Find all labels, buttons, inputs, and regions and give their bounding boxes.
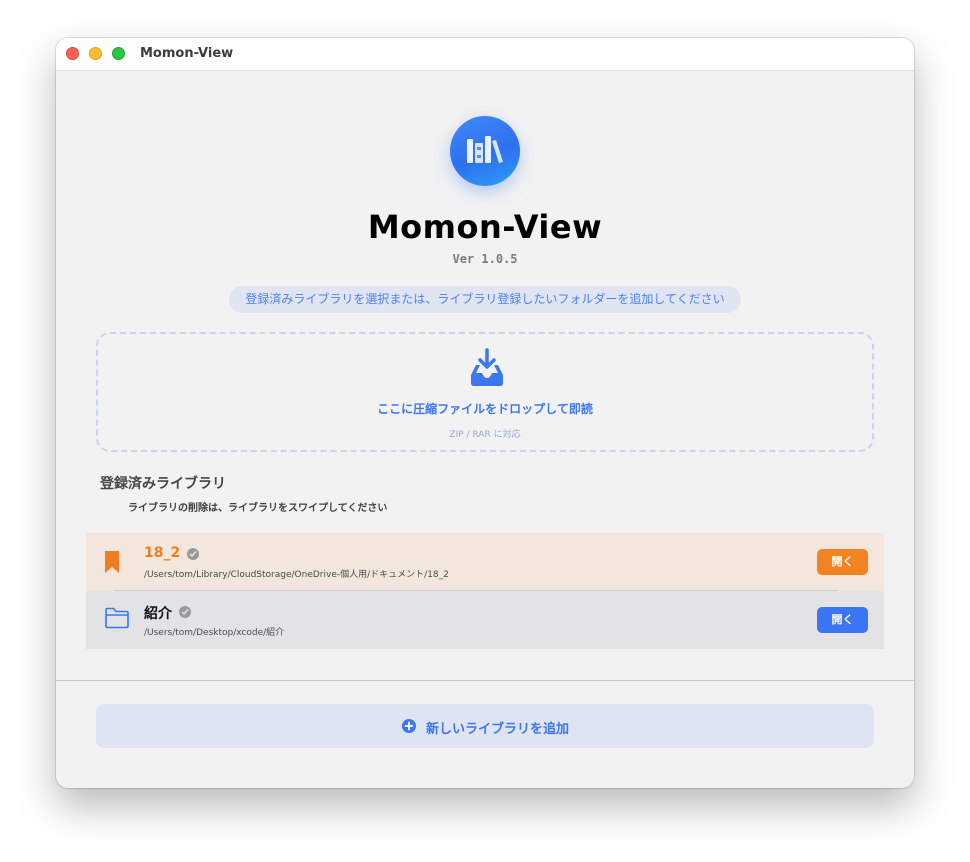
app-name: Momon-View xyxy=(367,208,603,246)
add-library-button[interactable]: 新しいライブラリを追加 xyxy=(96,704,874,748)
tray-download-icon xyxy=(467,348,507,392)
library-row[interactable]: 18_2 /Users/tom/Library/CloudStorage/One… xyxy=(86,533,884,591)
library-path: /Users/tom/Library/CloudStorage/OneDrive… xyxy=(144,570,449,580)
title-bar: Momon-View xyxy=(56,38,914,71)
library-row[interactable]: 紹介 /Users/tom/Desktop/xcode/紹介 開く xyxy=(86,591,884,649)
app-logo-icon xyxy=(450,116,520,186)
plus-circle-icon xyxy=(402,719,416,737)
app-window: Momon-View Momon-View Ver 1.0.5 登録済みライブラ… xyxy=(56,38,914,788)
drop-zone-title: ここに圧縮ファイルをドロップして即読 xyxy=(377,402,593,416)
drop-zone-subtitle: ZIP / RAR に対応 xyxy=(449,430,521,440)
window-title: Momon-View xyxy=(140,46,234,61)
library-section-hint: ライブラリの削除は、ライブラリをスワイプしてください xyxy=(128,503,388,514)
checkmark-icon xyxy=(179,606,191,618)
footer-divider xyxy=(56,680,914,681)
app-version: Ver 1.0.5 xyxy=(452,252,518,266)
instruction-banner: 登録済みライブラリを選択または、ライブラリ登録したいフォルダーを追加してください xyxy=(229,286,741,313)
open-library-button[interactable]: 開く xyxy=(817,549,868,575)
close-window-button[interactable] xyxy=(66,47,79,60)
zoom-window-button[interactable] xyxy=(112,47,125,60)
library-name: 18_2 xyxy=(144,545,181,561)
file-drop-zone[interactable]: ここに圧縮ファイルをドロップして即読 ZIP / RAR に対応 xyxy=(96,332,874,452)
add-library-label: 新しいライブラリを追加 xyxy=(426,722,570,737)
minimize-window-button[interactable] xyxy=(89,47,102,60)
library-section-title: 登録済みライブラリ xyxy=(100,476,226,492)
library-path: /Users/tom/Desktop/xcode/紹介 xyxy=(144,628,285,638)
checkmark-icon xyxy=(187,548,199,560)
open-library-button[interactable]: 開く xyxy=(817,607,868,633)
library-name: 紹介 xyxy=(144,606,172,622)
bookmark-icon xyxy=(104,550,120,578)
folder-icon xyxy=(104,607,130,633)
